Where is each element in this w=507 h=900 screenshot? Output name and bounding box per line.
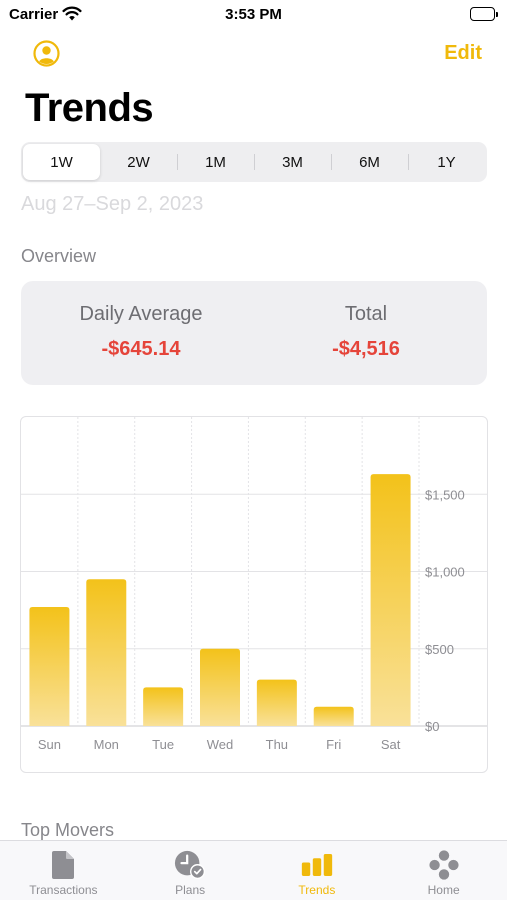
daily-average-block: Daily Average -$645.14	[61, 303, 221, 361]
clock-check-icon	[174, 849, 206, 881]
tab-home[interactable]: Home	[380, 841, 507, 900]
x-tick-label: Thu	[266, 737, 288, 752]
status-bar: Carrier 3:53 PM	[0, 0, 507, 30]
segment-1y[interactable]: 1Y	[408, 144, 485, 180]
y-tick-label: $1,000	[425, 565, 465, 580]
total-value: -$4,516	[332, 338, 400, 360]
bar-sat	[370, 474, 411, 726]
segment-6m[interactable]: 6M	[331, 144, 408, 180]
segment-1w[interactable]: 1W	[23, 144, 100, 180]
date-range: Aug 27–Sep 2, 2023	[21, 193, 204, 215]
top-movers-section-header: Top Movers	[21, 820, 115, 840]
battery-icon	[470, 7, 498, 21]
segment-1m[interactable]: 1M	[177, 144, 254, 180]
x-tick-label: Mon	[94, 737, 119, 752]
document-icon	[47, 849, 79, 881]
x-tick-label: Sun	[38, 737, 61, 752]
tab-label: Home	[427, 883, 460, 897]
y-tick-label: $500	[425, 642, 454, 657]
x-tick-label: Fri	[326, 737, 341, 752]
person-circle-icon[interactable]	[33, 40, 60, 67]
tab-label: Trends	[298, 883, 336, 897]
grid-dots-icon	[428, 849, 460, 881]
bar-tue	[143, 687, 184, 726]
total-block: Total -$4,516	[286, 303, 446, 361]
segment-2w[interactable]: 2W	[100, 144, 177, 180]
spending-bar-chart: $0 $500 $1,000 $1,500 Sun Mon Tue Wed Thu Fri Sat	[20, 416, 488, 773]
x-tick-label: Tue	[152, 737, 174, 752]
y-tick-label: $1,500	[425, 487, 465, 502]
overview-card: Daily Average -$645.14 Total -$4,516	[21, 281, 487, 385]
tab-label: Transactions	[29, 883, 98, 897]
chart-svg: $0 $500 $1,000 $1,500 Sun Mon Tue Wed Thu Fri Sat	[21, 417, 487, 752]
bar-thu	[256, 679, 297, 726]
bar-fri	[313, 706, 354, 726]
page-title: Trends	[25, 86, 154, 130]
x-tick-label: Wed	[207, 737, 234, 752]
bar-sun	[29, 607, 70, 726]
tab-plans[interactable]: Plans	[127, 841, 254, 900]
overview-section-header: Overview	[21, 246, 97, 266]
daily-average-value: -$645.14	[101, 338, 181, 360]
total-label: Total	[344, 303, 388, 325]
tab-trends[interactable]: Trends	[254, 841, 381, 900]
segment-3m[interactable]: 3M	[254, 144, 331, 180]
tab-bar: Transactions Plans Trends Home	[0, 840, 507, 900]
period-segmented-control: 1W 2W 1M 3M 6M 1Y	[21, 142, 487, 182]
y-tick-label: $0	[425, 719, 439, 734]
bar-mon	[86, 579, 127, 726]
status-time: 3:53 PM	[225, 6, 282, 23]
tab-transactions[interactable]: Transactions	[0, 841, 127, 900]
bar-chart-icon	[301, 849, 333, 881]
edit-button[interactable]: Edit	[444, 42, 482, 65]
daily-average-label: Daily Average	[79, 303, 203, 325]
bar-wed	[200, 648, 240, 726]
x-tick-label: Sat	[381, 737, 401, 752]
tab-label: Plans	[175, 883, 206, 897]
